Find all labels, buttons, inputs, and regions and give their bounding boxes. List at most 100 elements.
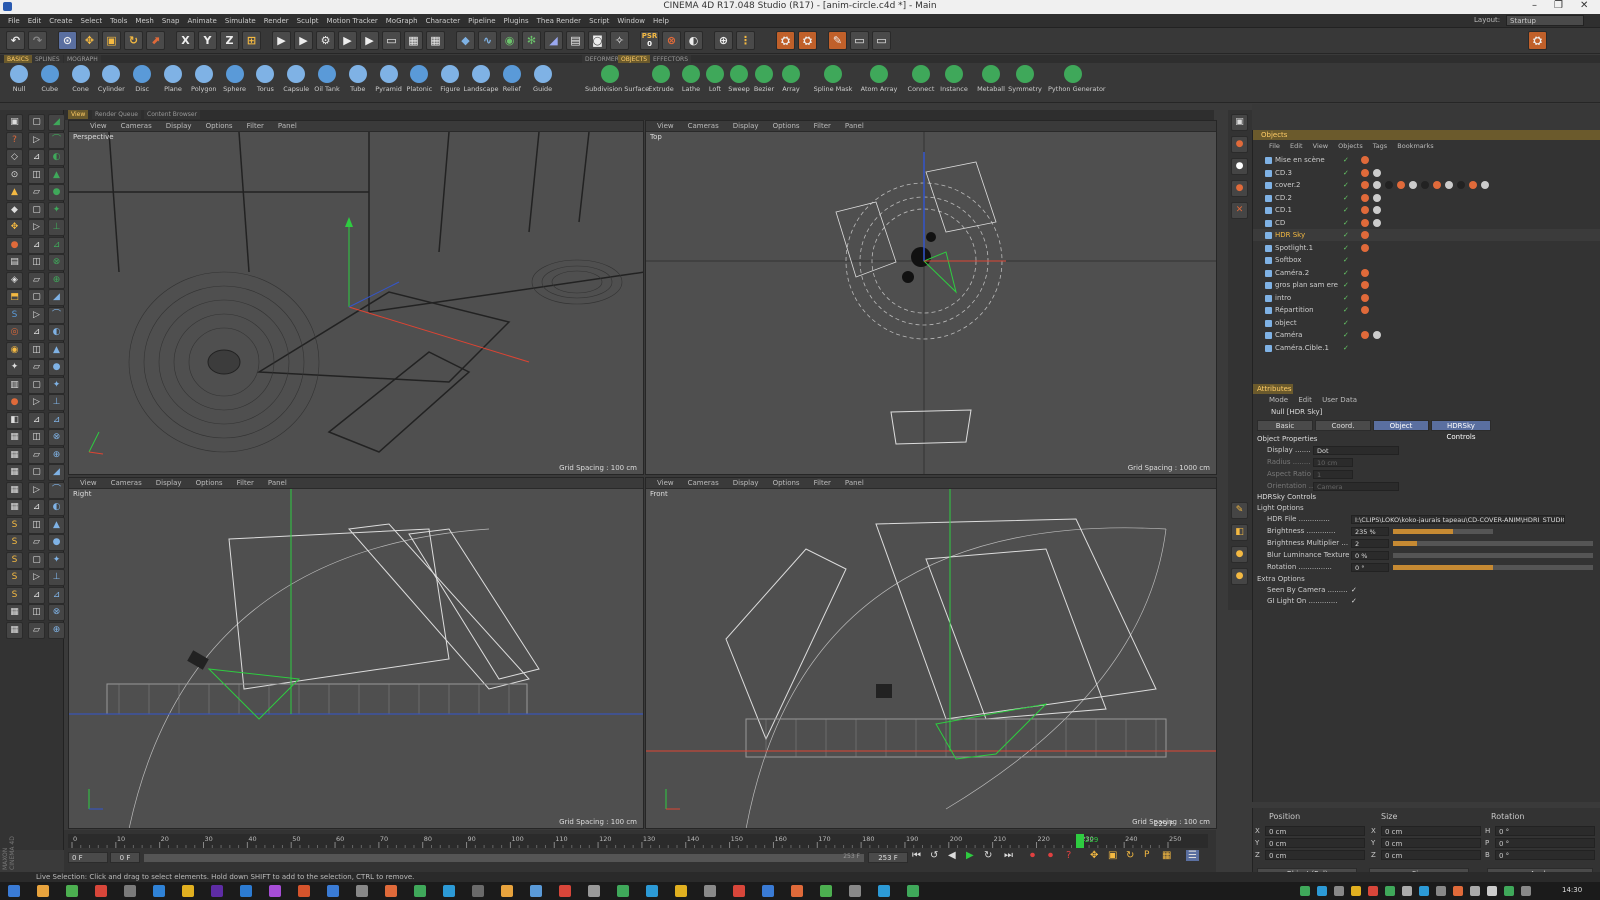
taskbar-app-icon-24[interactable] (675, 885, 687, 897)
object-tag-icon[interactable] (1469, 181, 1477, 189)
tray-icon-13[interactable] (1504, 886, 1514, 896)
snap-icon[interactable]: ⊗ (662, 31, 681, 50)
left-tool3-icon-17[interactable]: ⊥ (48, 394, 65, 411)
taskbar-app-icon-26[interactable] (733, 885, 745, 897)
mult-field[interactable]: 2 (1351, 539, 1389, 548)
vp-menu-view[interactable]: View (650, 121, 681, 132)
vp-menu-view[interactable]: View (73, 478, 104, 489)
left-tool3-icon-12[interactable]: ⌒ (48, 306, 65, 324)
object-tag-icon[interactable] (1361, 156, 1369, 164)
pen-tool-icon[interactable]: ✎ (1231, 502, 1248, 519)
tray-icon-14[interactable] (1521, 886, 1531, 896)
create-torus-button[interactable]: Torus (250, 65, 280, 101)
left-tool3-icon-20[interactable]: ⊕ (48, 446, 65, 464)
brightness-slider[interactable] (1393, 529, 1493, 534)
left-tool2-icon-27[interactable]: ▷ (28, 569, 45, 586)
y-axis-button[interactable]: Y (198, 31, 217, 50)
taskbar-app-icon-8[interactable] (211, 885, 223, 897)
sky-tool-icon[interactable]: ● (1231, 158, 1248, 175)
key-grid-icon[interactable]: ▦ (1162, 850, 1171, 861)
object-tag-icon[interactable] (1361, 268, 1369, 277)
taskbar-app-icon-15[interactable] (414, 885, 426, 897)
taskbar-app-icon-17[interactable] (472, 885, 484, 897)
left-tool3-icon-28[interactable]: ⊿ (48, 586, 65, 604)
left-tool3-icon-18[interactable]: ⊿ (48, 411, 65, 429)
taskbar-app-icon-14[interactable] (385, 885, 397, 897)
left-tool2-icon-9[interactable]: ◫ (28, 254, 45, 271)
rotation-field[interactable]: 0 ° (1351, 563, 1389, 572)
visibility-toggle[interactable]: ✓ (1343, 181, 1351, 189)
vp-menu-panel[interactable]: Panel (261, 478, 294, 489)
blur-slider[interactable] (1393, 553, 1593, 558)
maximize-button[interactable]: ❐ (1554, 0, 1563, 11)
left-tool-icon-20[interactable]: ▦ (6, 446, 23, 464)
thea-ipr-icon[interactable]: ⛭ (798, 31, 817, 50)
visibility-toggle[interactable]: ✓ (1343, 156, 1351, 164)
autokey-icon[interactable]: ⏺ (1048, 850, 1053, 861)
obj-menu-file[interactable]: File (1269, 142, 1280, 150)
scale-icon[interactable]: ▣ (102, 31, 121, 50)
record-icon[interactable]: ⏺ (1030, 850, 1035, 861)
close-button[interactable]: ✕ (1580, 0, 1588, 11)
left-tool2-icon-11[interactable]: ▢ (28, 289, 45, 306)
vp-menu-panel[interactable]: Panel (838, 478, 871, 489)
left-tool-icon-23[interactable]: ▦ (6, 499, 23, 516)
object-tag-icon[interactable] (1445, 181, 1453, 189)
taskbar-app-icon-32[interactable] (907, 885, 919, 897)
coord-rot-field-x[interactable]: 0 ° (1495, 826, 1595, 836)
last-tool-icon[interactable]: ⬈ (146, 31, 165, 50)
create-tube-button[interactable]: Tube (343, 65, 373, 101)
tab-coord[interactable]: Coord. (1315, 420, 1371, 431)
menu-select[interactable]: Select (77, 14, 107, 28)
taskbar-app-icon-19[interactable] (530, 885, 542, 897)
toggle-a-icon[interactable]: ▭ (850, 31, 869, 50)
object-tag-icon[interactable] (1397, 181, 1405, 189)
taskbar-app-icon-20[interactable] (559, 885, 571, 897)
left-tool3-icon-1[interactable]: ◢ (48, 114, 65, 131)
taskbar-app-icon-21[interactable] (588, 885, 600, 897)
key-scale-icon[interactable]: ▣ (1108, 850, 1117, 861)
object-tag-icon[interactable] (1361, 331, 1369, 339)
create-figure-button[interactable]: Figure (435, 65, 465, 101)
visibility-toggle[interactable]: ✓ (1343, 219, 1351, 227)
tray-icon-8[interactable] (1419, 886, 1429, 896)
left-tool2-icon-21[interactable]: ▢ (28, 464, 45, 481)
object-tag-icon[interactable] (1409, 181, 1417, 189)
create-null-button[interactable]: Null (4, 65, 34, 101)
keyframe-sel-icon[interactable]: ? (1066, 850, 1071, 861)
light-icon[interactable]: ✧ (610, 31, 629, 50)
create-spline-mask-button[interactable]: Spline Mask (814, 65, 852, 101)
left-tool2-icon-8[interactable]: ⊿ (28, 236, 45, 254)
thea-tool-icon[interactable]: ✎ (828, 31, 847, 50)
left-tool3-icon-8[interactable]: ⊿ (48, 236, 65, 254)
menu-create[interactable]: Create (45, 14, 76, 28)
left-tool-icon-28[interactable]: S (6, 586, 23, 604)
menu-help[interactable]: Help (649, 14, 673, 28)
left-tool3-icon-27[interactable]: ⊥ (48, 569, 65, 586)
object-tag-icon[interactable] (1373, 181, 1381, 189)
left-tool2-icon-17[interactable]: ▷ (28, 394, 45, 411)
viewport-right[interactable]: View Cameras Display Options Filter Panel Rig… (68, 477, 644, 829)
coord-pos-field-y[interactable]: 0 cm (1265, 838, 1365, 848)
menu-sculpt[interactable]: Sculpt (293, 14, 323, 28)
key-pos-icon[interactable]: ✥ (1090, 850, 1098, 861)
create-metaball-button[interactable]: Metaball (976, 65, 1006, 101)
left-tool-icon-14[interactable]: ◉ (6, 341, 23, 359)
range-slider[interactable]: 253 F (144, 853, 864, 862)
left-tool3-icon-5[interactable]: ● (48, 184, 65, 201)
left-tool-icon-4[interactable]: ⊙ (6, 166, 23, 184)
create-subdivision-surface-button[interactable]: Subdivision Surface (585, 65, 649, 101)
left-tool-icon-24[interactable]: S (6, 516, 23, 534)
left-tool2-icon-5[interactable]: ▱ (28, 184, 45, 201)
obj-menu-tags[interactable]: Tags (1373, 142, 1387, 150)
camera-icon[interactable]: ◙ (588, 31, 607, 50)
coord-size-field-x[interactable]: 0 cm (1381, 826, 1481, 836)
menu-mograph[interactable]: MoGraph (382, 14, 422, 28)
rotation-slider[interactable] (1393, 565, 1593, 570)
object-tag-icon[interactable] (1361, 231, 1369, 239)
menu-thea-render[interactable]: Thea Render (533, 14, 585, 28)
create-polygon-button[interactable]: Polygon (189, 65, 219, 101)
object-tag-icon[interactable] (1373, 218, 1381, 227)
render-queue-icon[interactable]: ▶ (338, 31, 357, 50)
display-select[interactable]: Dot (1313, 446, 1399, 455)
